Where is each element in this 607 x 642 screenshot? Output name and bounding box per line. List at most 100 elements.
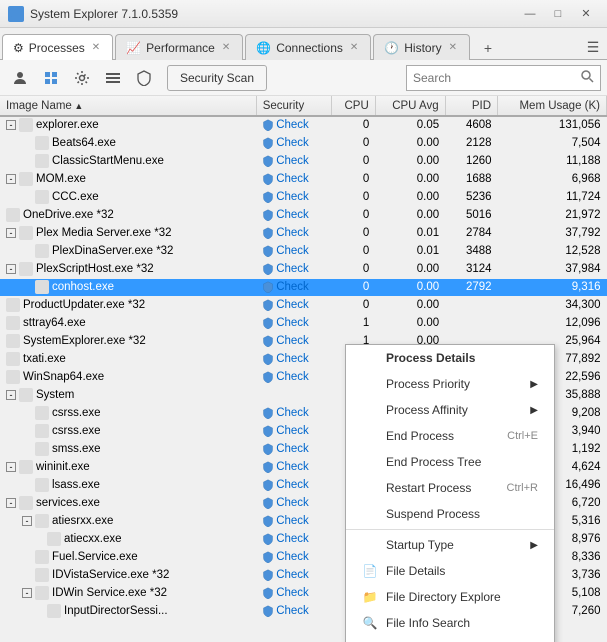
- ctx-item-arrow: ▶: [530, 405, 538, 416]
- cpu-cell: 1: [332, 314, 375, 332]
- process-icon: [35, 586, 49, 600]
- table-row[interactable]: OneDrive.exe *32Check00.00501621,972: [0, 206, 607, 224]
- check-link[interactable]: Check: [276, 497, 309, 509]
- table-row[interactable]: conhost.exeCheck00.0027929,316: [0, 278, 607, 296]
- tree-toggle[interactable]: -: [6, 120, 16, 130]
- settings-icon-button[interactable]: [68, 64, 96, 92]
- check-link[interactable]: Check: [276, 191, 309, 203]
- col-header-pid[interactable]: PID: [445, 96, 497, 116]
- check-link[interactable]: Check: [276, 317, 309, 329]
- tree-toggle[interactable]: -: [6, 462, 16, 472]
- check-link[interactable]: Check: [276, 137, 309, 149]
- check-link[interactable]: Check: [276, 245, 309, 257]
- context-menu-item-file-details[interactable]: 📄File Details: [346, 558, 554, 584]
- check-link[interactable]: Check: [276, 515, 309, 527]
- col-header-cpu-avg[interactable]: CPU Avg: [375, 96, 445, 116]
- check-link[interactable]: Check: [276, 299, 309, 311]
- check-link[interactable]: Check: [276, 479, 309, 491]
- table-row[interactable]: ClassicStartMenu.exeCheck00.00126011,188: [0, 152, 607, 170]
- tab-processes[interactable]: ⚙ Processes ✕: [2, 34, 113, 60]
- cpu-avg-cell: 0.00: [375, 314, 445, 332]
- context-menu-item-file-info-search[interactable]: 🔍File Info Search: [346, 610, 554, 636]
- cpu-avg-cell: 0.00: [375, 206, 445, 224]
- tab-menu-button[interactable]: ☰: [581, 35, 605, 59]
- processes-tab-close[interactable]: ✕: [90, 41, 102, 54]
- list-icon-button[interactable]: [99, 64, 127, 92]
- table-row[interactable]: -Plex Media Server.exe *32Check00.012784…: [0, 224, 607, 242]
- check-link[interactable]: Check: [276, 605, 309, 617]
- list-icon: [105, 70, 121, 86]
- check-link[interactable]: Check: [276, 209, 309, 221]
- tree-toggle[interactable]: -: [6, 390, 16, 400]
- search-icon[interactable]: [581, 70, 594, 86]
- minimize-button[interactable]: —: [517, 4, 543, 24]
- ctx-item-icon-spacer: [362, 454, 378, 470]
- table-row[interactable]: PlexDinaServer.exe *32Check00.01348812,5…: [0, 242, 607, 260]
- context-menu-item-restart-process[interactable]: Restart ProcessCtrl+R: [346, 475, 554, 501]
- table-row[interactable]: CCC.exeCheck00.00523611,724: [0, 188, 607, 206]
- context-menu-item-suspend-process[interactable]: Suspend Process: [346, 501, 554, 527]
- context-menu-item-end-process-tree[interactable]: End Process Tree: [346, 449, 554, 475]
- security-scan-button[interactable]: Security Scan: [167, 65, 267, 91]
- history-tab-label: History: [404, 41, 441, 55]
- col-header-cpu[interactable]: CPU: [332, 96, 375, 116]
- check-link[interactable]: Check: [276, 551, 309, 563]
- search-input[interactable]: [413, 71, 581, 85]
- check-link[interactable]: Check: [276, 335, 309, 347]
- check-link[interactable]: Check: [276, 533, 309, 545]
- context-menu-item-file-directory[interactable]: 📁File Directory Explore: [346, 584, 554, 610]
- table-row[interactable]: -MOM.exeCheck00.0016886,968: [0, 170, 607, 188]
- check-link[interactable]: Check: [276, 461, 309, 473]
- context-menu-item-startup-type[interactable]: Startup Type▶: [346, 532, 554, 558]
- history-tab-close[interactable]: ✕: [447, 41, 459, 54]
- tab-connections[interactable]: 🌐 Connections ✕: [245, 34, 371, 60]
- tab-history[interactable]: 🕐 History ✕: [373, 34, 470, 60]
- check-link[interactable]: Check: [276, 119, 309, 131]
- performance-tab-close[interactable]: ✕: [220, 41, 232, 54]
- context-menu-item-process-priority[interactable]: Process Priority▶: [346, 371, 554, 397]
- connections-tab-close[interactable]: ✕: [348, 41, 360, 54]
- check-link[interactable]: Check: [276, 263, 309, 275]
- check-link[interactable]: Check: [276, 425, 309, 437]
- check-link[interactable]: Check: [276, 281, 309, 293]
- context-menu-item-process-affinity[interactable]: Process Affinity▶: [346, 397, 554, 423]
- tree-toggle[interactable]: -: [6, 174, 16, 184]
- col-header-name[interactable]: Image Name: [0, 96, 256, 116]
- check-link[interactable]: Check: [276, 371, 309, 383]
- table-row[interactable]: sttray64.exeCheck10.0012,096: [0, 314, 607, 332]
- windows-icon-button[interactable]: [37, 64, 65, 92]
- col-header-security[interactable]: Security: [256, 96, 332, 116]
- users-icon-button[interactable]: [6, 64, 34, 92]
- close-button[interactable]: ✕: [573, 4, 599, 24]
- context-menu-item-end-process[interactable]: End ProcessCtrl+E: [346, 423, 554, 449]
- check-link[interactable]: Check: [276, 353, 309, 365]
- tree-toggle[interactable]: -: [6, 228, 16, 238]
- check-link[interactable]: Check: [276, 227, 309, 239]
- check-link[interactable]: Check: [276, 443, 309, 455]
- check-link[interactable]: Check: [276, 173, 309, 185]
- tree-toggle[interactable]: -: [6, 498, 16, 508]
- add-tab-button[interactable]: +: [476, 37, 500, 59]
- pid-cell: [445, 314, 497, 332]
- pid-cell: 2784: [445, 224, 497, 242]
- maximize-button[interactable]: □: [545, 4, 571, 24]
- process-icon: [35, 550, 49, 564]
- context-menu-item-file-check[interactable]: 🛡File Check: [346, 636, 554, 642]
- context-menu-item-process-details[interactable]: Process Details: [346, 345, 554, 371]
- table-row[interactable]: Beats64.exeCheck00.0021287,504: [0, 134, 607, 152]
- table-row[interactable]: ProductUpdater.exe *32Check00.0034,300: [0, 296, 607, 314]
- tab-performance[interactable]: 📈 Performance ✕: [115, 34, 243, 60]
- ctx-item-label: End Process: [386, 429, 499, 443]
- check-link[interactable]: Check: [276, 569, 309, 581]
- tree-toggle[interactable]: -: [22, 588, 32, 598]
- shield-icon-button[interactable]: [130, 64, 158, 92]
- tree-toggle[interactable]: -: [6, 264, 16, 274]
- table-row[interactable]: -PlexScriptHost.exe *32Check00.00312437,…: [0, 260, 607, 278]
- col-header-mem[interactable]: Mem Usage (K): [498, 96, 607, 116]
- check-link[interactable]: Check: [276, 407, 309, 419]
- check-link[interactable]: Check: [276, 155, 309, 167]
- tree-toggle[interactable]: -: [22, 516, 32, 526]
- table-row[interactable]: -explorer.exeCheck00.054608131,056: [0, 116, 607, 134]
- process-icon: [35, 280, 49, 294]
- check-link[interactable]: Check: [276, 587, 309, 599]
